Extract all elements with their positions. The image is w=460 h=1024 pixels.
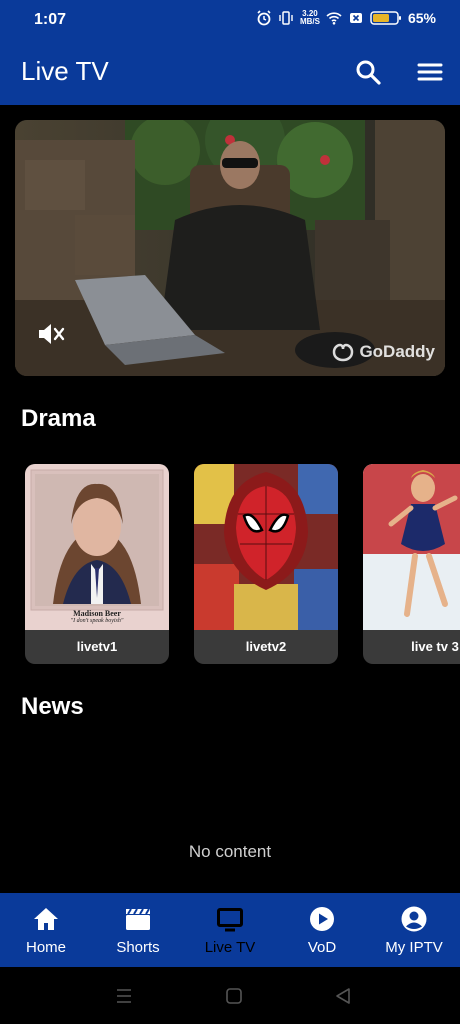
drama-carousel[interactable]: Madison Beer "I don't speak boyish" live… [25,464,460,664]
search-icon[interactable] [354,58,382,86]
channel-label: livetv2 [245,639,287,654]
home-icon [34,908,58,930]
home-system-icon[interactable] [225,987,243,1005]
channel-card[interactable]: Madison Beer "I don't speak boyish" live… [25,464,169,664]
speed-unit: MB/S [299,17,320,26]
channel-thumbnail [194,464,338,630]
back-icon[interactable] [334,987,352,1005]
channel-label: live tv 3 [411,639,459,654]
channel-thumbnail [363,464,460,630]
poster-title: Madison Beer [73,609,121,618]
status-icons: 3.20 MB/S 65% [256,10,436,26]
poster-caption: Madison Beer "I don't speak boyish" [25,609,169,624]
video-frame [15,120,445,376]
status-time: 1:07 [34,11,67,28]
empty-state-text: No content [188,842,272,861]
channel-card[interactable]: livetv2 [194,464,338,664]
channel-thumbnail: Madison Beer "I don't speak boyish" [25,464,169,630]
nav-item-my-iptv[interactable]: My IPTV [368,893,460,967]
nav-item-shorts[interactable]: Shorts [92,893,184,967]
play-icon [310,907,334,931]
channel-label: livetv1 [76,639,118,654]
poster-subtitle: "I don't speak boyish" [70,618,124,624]
godaddy-logo-icon [333,343,354,362]
sim-off-icon [349,13,362,23]
nav-item-vod[interactable]: VoD [276,893,368,967]
section-title-news: News [21,693,84,720]
ad-brand: GoDaddy [331,342,435,362]
bottom-nav: Home Shorts Live TV VoD My IPTV [0,893,460,967]
tv-icon [217,908,243,932]
nav-label-my-iptv: My IPTV [385,939,443,956]
battery-percent: 65% [407,10,436,26]
system-navigation-bar [0,967,460,1024]
app-bar: Live TV [0,40,460,105]
alarm-icon [257,10,271,26]
nav-item-home[interactable]: Home [0,893,92,967]
video-player[interactable]: GoDaddy [15,120,445,376]
page-title: Live TV [21,56,109,86]
nav-label-home: Home [25,939,66,956]
menu-icon[interactable] [416,58,444,86]
channel-card[interactable]: live tv 3 [363,464,460,664]
account-icon [401,906,427,932]
status-bar: 1:07 3.20 MB/S 65% [0,0,460,40]
nav-item-live-tv[interactable]: Live TV [184,893,276,967]
recents-icon[interactable] [114,987,134,1005]
wifi-icon [326,12,342,25]
network-speed: 3.20 MB/S [300,10,320,26]
mute-icon[interactable] [35,320,67,348]
battery-icon [370,11,401,25]
clapper-icon [126,908,150,930]
nav-label-live-tv: Live TV [204,939,256,956]
nav-label-vod: VoD [307,939,337,956]
nav-label-shorts: Shorts [116,939,160,956]
section-title-drama: Drama [21,405,96,432]
vibrate-icon [279,11,293,25]
ad-brand-text: GoDaddy [359,342,435,361]
